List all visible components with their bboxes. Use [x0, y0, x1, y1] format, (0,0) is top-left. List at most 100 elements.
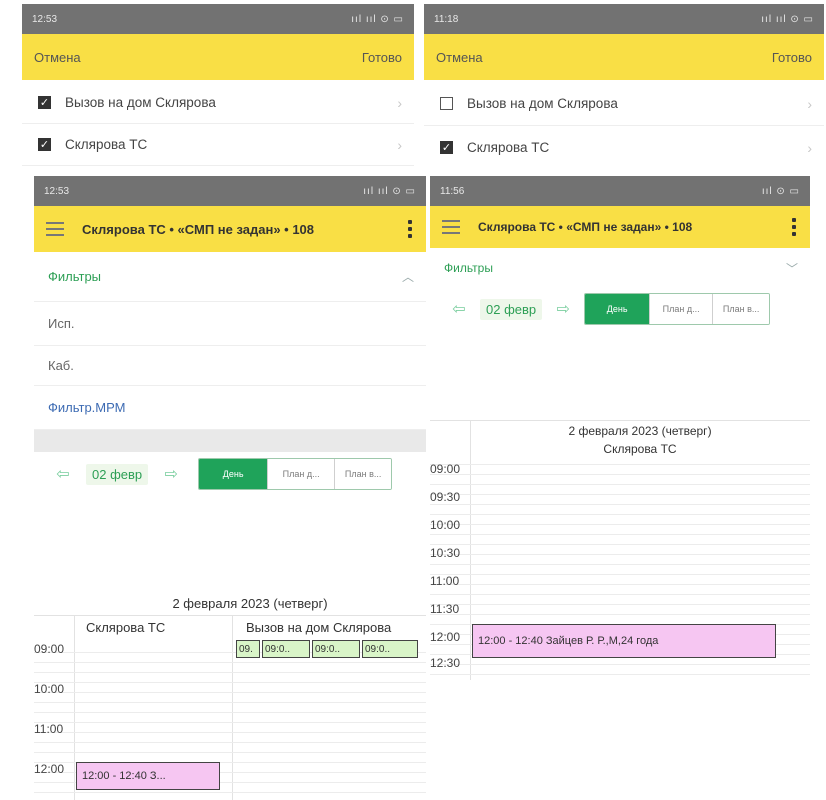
status-bar: 12:53 ııl ııl ⊙ ▭: [34, 176, 426, 206]
time-label: 10:00: [34, 682, 65, 696]
view-day-button[interactable]: День: [199, 459, 268, 489]
panel-schedule-left: 12:53 ııl ııl ⊙ ▭ Склярова ТС • «СМП не …: [34, 176, 426, 800]
done-button[interactable]: Готово: [362, 50, 402, 65]
checkbox-checked[interactable]: ✓: [38, 138, 51, 151]
app-header: Склярова ТС • «СМП не задан» • 108: [430, 206, 810, 248]
column-header: Склярова ТС: [603, 442, 677, 456]
appointment-event[interactable]: 12:00 - 12:40 Зайцев Р. Р.,М,24 года: [472, 624, 776, 658]
grid-hline: [430, 484, 810, 485]
checkbox-checked[interactable]: ✓: [38, 96, 51, 109]
appointment-slot[interactable]: 09:0..: [362, 640, 418, 658]
arrow-left-icon[interactable]: ⇦: [444, 299, 474, 319]
list-item-label: Вызов на дом Склярова: [65, 95, 216, 110]
view-plan-day-button[interactable]: План д...: [649, 294, 713, 324]
filter-mpm-label: Фильтр.МРМ: [48, 400, 126, 415]
more-vert-icon[interactable]: [408, 220, 412, 238]
menu-icon[interactable]: [46, 222, 64, 236]
filter-field-executor[interactable]: Исп.: [34, 302, 426, 346]
calendar-grid: 2 февраля 2023 (четверг) Склярова ТС 09:…: [430, 420, 810, 680]
status-time: 12:53: [32, 13, 58, 25]
grid-hline: [34, 662, 426, 663]
filter-field-room[interactable]: Каб.: [34, 346, 426, 386]
view-switch: День План д... План в...: [584, 293, 771, 325]
view-plan-day-button[interactable]: План д...: [267, 459, 335, 489]
time-label: 10:30: [430, 546, 461, 560]
checkbox-checked[interactable]: ✓: [440, 141, 453, 154]
chevron-right-icon: ›: [397, 94, 402, 111]
view-day-button[interactable]: День: [585, 294, 650, 324]
grid-hline: [430, 614, 810, 615]
grid-hline: [430, 474, 810, 475]
menu-icon[interactable]: [442, 220, 460, 234]
chevron-right-icon: ›: [807, 139, 812, 156]
filters-header[interactable]: Фильтры ︿: [34, 252, 426, 302]
status-icons: ııl ⊙ ▭: [761, 185, 800, 197]
grid-hline: [34, 722, 426, 723]
time-label: 10:00: [430, 518, 461, 532]
grid-vline: [470, 420, 471, 680]
status-time: 11:18: [434, 13, 459, 25]
chevron-down-icon[interactable]: ﹀: [786, 260, 798, 277]
grid-hline: [430, 574, 810, 575]
filter-field-label: Исп.: [48, 316, 75, 331]
grid-hline: [34, 732, 426, 733]
time-label: 11:00: [430, 574, 460, 588]
view-plan-week-button[interactable]: План в...: [334, 459, 392, 489]
list-item-label: Склярова ТС: [65, 137, 148, 152]
done-button[interactable]: Готово: [772, 50, 812, 65]
status-time: 12:53: [44, 185, 70, 197]
list-item[interactable]: ✓ Вызов на дом Склярова ›: [22, 82, 414, 124]
grid-hline: [430, 420, 810, 421]
list-item-label: Вызов на дом Склярова: [467, 96, 618, 111]
list-item[interactable]: Вызов на дом Склярова ›: [424, 82, 824, 126]
appointment-slot[interactable]: 09:0..: [312, 640, 360, 658]
grid-hline: [430, 584, 810, 585]
arrow-right-icon[interactable]: ⇨: [548, 299, 578, 319]
panel-filter-list-right: 11:18 ııl ııl ⊙ ▭ Отмена Готово Вызов на…: [424, 4, 824, 168]
chevron-up-icon[interactable]: ︿: [402, 268, 414, 285]
status-bar: 11:56 ııl ⊙ ▭: [430, 176, 810, 206]
filters-label: Фильтры: [48, 269, 102, 284]
time-label: 12:00: [430, 630, 461, 644]
grid-hline: [430, 604, 810, 605]
grid-hline: [34, 672, 426, 673]
column-header: Склярова ТС: [86, 620, 166, 635]
grid-hline: [34, 792, 426, 793]
grid-hline: [430, 534, 810, 535]
cancel-button[interactable]: Отмена: [34, 50, 81, 65]
cancel-button[interactable]: Отмена: [436, 50, 483, 65]
filter-mpm-link[interactable]: Фильтр.МРМ: [34, 386, 426, 430]
view-plan-week-button[interactable]: План в...: [712, 294, 770, 324]
grid-hline: [34, 702, 426, 703]
column-header: Вызов на дом Склярова: [246, 620, 392, 635]
appointment-event[interactable]: 12:00 - 12:40 З...: [76, 762, 220, 790]
arrow-left-icon[interactable]: ⇦: [48, 464, 78, 484]
date-field[interactable]: 02 февр: [480, 298, 543, 320]
page-title: Склярова ТС • «СМП не задан» • 108: [82, 221, 315, 237]
app-header: Склярова ТС • «СМП не задан» • 108: [34, 206, 426, 252]
page-title: Склярова ТС • «СМП не задан» • 108: [478, 220, 693, 234]
appointment-slot[interactable]: 09.: [236, 640, 260, 658]
time-label: 12:30: [430, 656, 461, 670]
list-item[interactable]: ✓ Склярова ТС ›: [424, 126, 824, 168]
grid-hline: [34, 692, 426, 693]
grid-hline: [430, 674, 810, 675]
appointment-slot[interactable]: 09:0..: [262, 640, 310, 658]
status-icons: ııl ııl ⊙ ▭: [363, 185, 416, 197]
checkbox-unchecked[interactable]: [440, 97, 453, 110]
arrow-right-icon[interactable]: ⇨: [156, 464, 186, 484]
grid-hline: [430, 464, 810, 465]
time-label: 09:00: [430, 462, 461, 476]
grid-hline: [430, 524, 810, 525]
filter-field-label: Каб.: [48, 358, 74, 373]
panel-schedule-right: 11:56 ııl ⊙ ▭ Склярова ТС • «СМП не зада…: [430, 176, 810, 680]
list-item[interactable]: ✓ Склярова ТС ›: [22, 124, 414, 166]
more-vert-icon[interactable]: [792, 218, 796, 236]
date-field[interactable]: 02 февр: [86, 463, 149, 485]
chevron-right-icon: ›: [397, 136, 402, 153]
filters-header[interactable]: Фильтры ﹀: [430, 248, 810, 288]
grid-hline: [34, 682, 426, 683]
calendar-title: 2 февраля 2023 (четверг): [172, 596, 328, 611]
date-navigation: ⇦ 02 февр ⇨ День План д... План в...: [34, 457, 426, 491]
grid-hline: [430, 504, 810, 505]
